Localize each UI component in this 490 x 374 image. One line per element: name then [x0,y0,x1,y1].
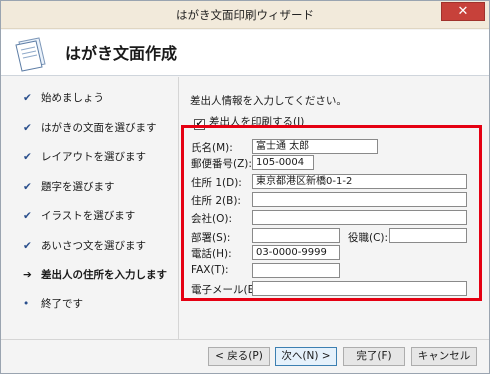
address1-field[interactable]: 東京都港区新橋0-1-2 [252,174,467,189]
wizard-steps: ✔ 始めましょう ✔ はがきの文面を選びます ✔ レイアウトを選びます ✔ 題字を選びま… [1,77,179,339]
step-item-current: ➔ 差出人の住所を入力します [23,267,167,283]
company-field[interactable] [252,210,467,225]
checkmark-icon: ✔ [23,210,32,222]
step-item: ✔ イラストを選びます [23,208,135,224]
checkmark-icon: ✔ [23,92,32,104]
wizard-header: はがき文面作成 [1,30,489,76]
wizard-window: はがき文面印刷ウィザード ✕ はがき文面作成 ✔ 始めましょう ✔ はがきの文面を選… [0,0,490,374]
step-item: • 終了です [23,296,83,312]
step-item: ✔ 題字を選びます [23,179,115,195]
address2-field[interactable] [252,192,467,207]
step-label: イラストを選びます [41,210,136,222]
postal-field[interactable]: 105-0004 [252,155,314,170]
phone-field[interactable]: 03-0000-9999 [252,245,340,260]
bullet-icon: • [23,298,30,310]
name-label: 氏名(M): [191,142,233,154]
finish-button[interactable]: 完了(F) [343,347,405,366]
step-label: はがきの文面を選びます [41,122,157,134]
step-item: ✔ はがきの文面を選びます [23,120,157,136]
step-label: あいさつ文を選びます [41,240,146,252]
title-bar: はがき文面印刷ウィザード ✕ [1,1,489,29]
step-item: ✔ 始めましょう [23,90,104,106]
checkmark-icon: ✔ [23,181,32,193]
step-label: 差出人の住所を入力します [41,269,167,281]
page-title: はがき文面作成 [65,44,178,63]
checkmark-icon: ✔ [23,240,32,252]
next-button[interactable]: 次へ(N) > [275,347,337,366]
step-label: 題字を選びます [41,181,115,193]
address1-label: 住所 1(D): [191,177,242,189]
position-field[interactable] [389,228,467,243]
address2-label: 住所 2(B): [191,195,241,207]
back-button[interactable]: < 戻る(P) [208,347,270,366]
step-item: ✔ あいさつ文を選びます [23,238,146,254]
cancel-button[interactable]: キャンセル [411,347,477,366]
instruction-text: 差出人情報を入力してください。 [190,95,347,107]
checkmark-icon: ✔ [23,151,32,163]
fax-label: FAX(T): [191,264,229,276]
position-label: 役職(C): [348,232,389,244]
arrow-right-icon: ➔ [23,269,32,281]
close-button[interactable]: ✕ [441,2,485,21]
footer-divider [1,339,489,340]
step-item: ✔ レイアウトを選びます [23,149,146,165]
email-field[interactable] [252,281,467,296]
postcard-icon [13,36,51,72]
window-title: はがき文面印刷ウィザード [176,8,314,22]
department-field[interactable] [252,228,340,243]
step-label: 始めましょう [41,92,104,104]
name-field[interactable]: 富士通 太郎 [252,139,378,154]
fax-field[interactable] [252,263,340,278]
phone-label: 電話(H): [191,248,232,260]
department-label: 部署(S): [191,232,231,244]
step-label: 終了です [41,298,83,310]
postal-label: 郵便番号(Z): [191,158,252,170]
step-label: レイアウトを選びます [41,151,146,163]
checkmark-icon: ✔ [23,122,32,134]
company-label: 会社(O): [191,213,232,225]
